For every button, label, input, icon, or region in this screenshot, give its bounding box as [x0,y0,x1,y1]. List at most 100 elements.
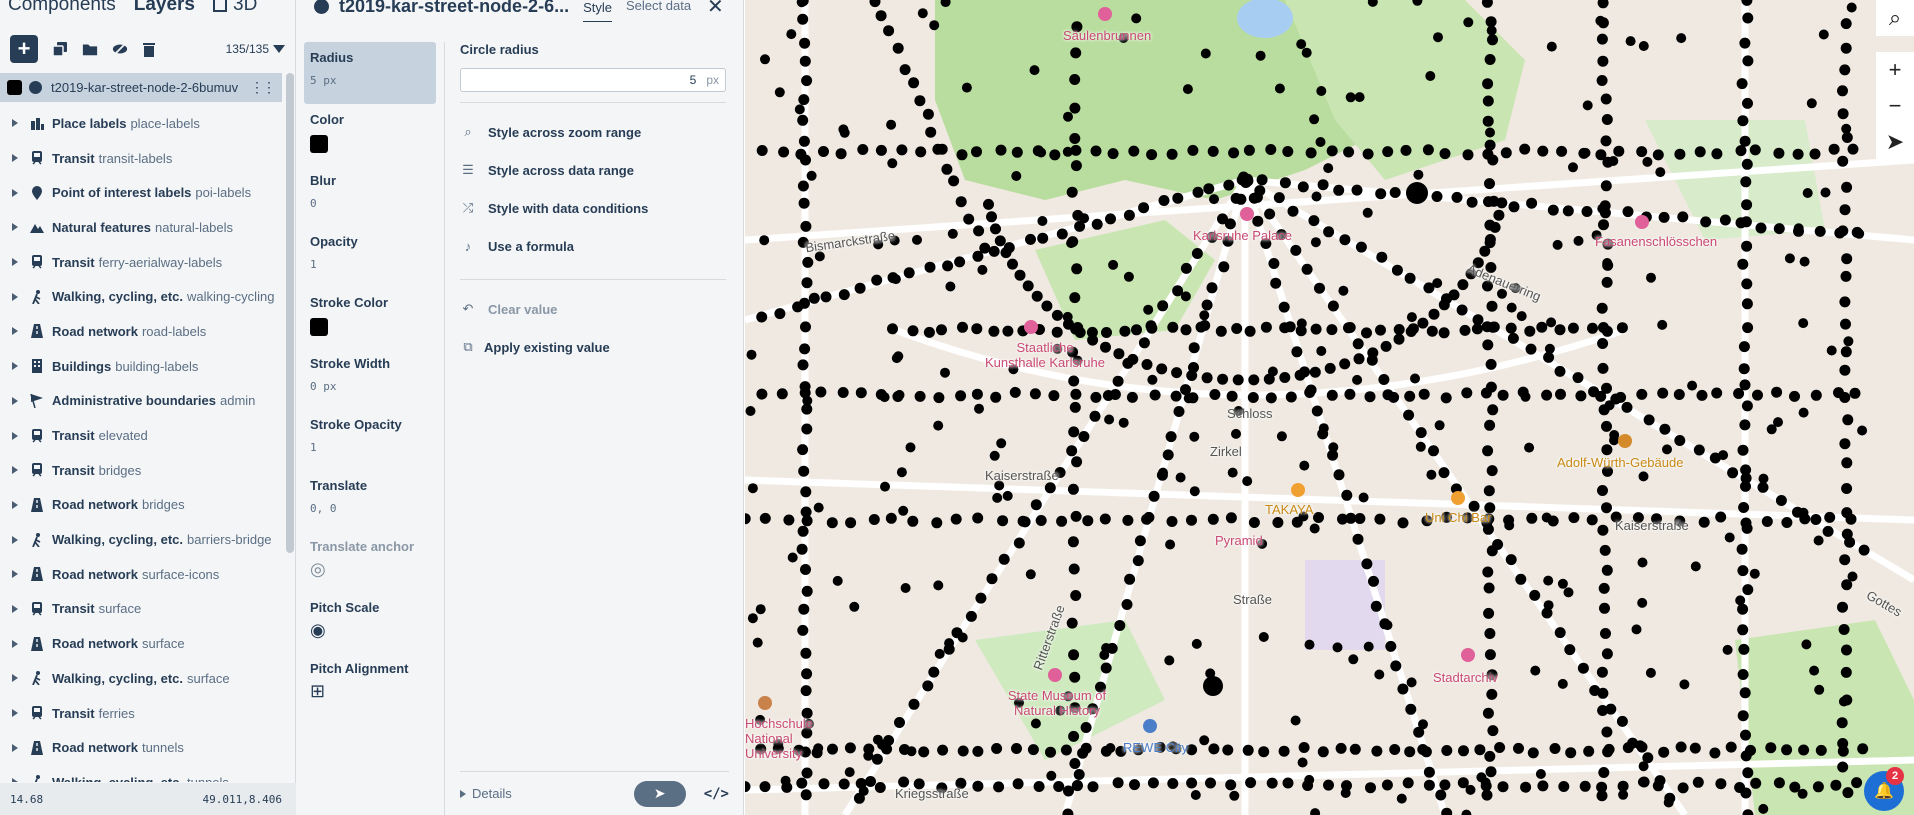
clear-value-button[interactable]: ↶ Clear value [460,290,726,328]
property-translate[interactable]: Translate 0, 0 [296,470,444,531]
layer-row-admin[interactable]: Administrative boundaries admin [0,384,282,419]
caret-right-icon[interactable] [12,396,18,405]
hide-icon[interactable] [112,41,128,57]
property-pitch-alignment[interactable]: Pitch Alignment ⊞ [296,653,444,714]
code-view-button[interactable]: </> [704,786,729,802]
layer-row-tunnels[interactable]: Walking, cycling, etc. tunnels [0,765,282,782]
layer-id: ferry-aerialway-labels [98,254,223,270]
caret-right-icon[interactable] [12,604,18,613]
search-button[interactable]: ⌕ [1876,0,1914,36]
layer-row-tunnels[interactable]: Road network tunnels [0,730,282,765]
property-radius[interactable]: Radius 5 px [304,42,436,104]
map-canvas[interactable]: Säulenbrunnen Bismarckstraße Karlsruhe P… [745,0,1914,815]
caret-right-icon[interactable] [12,154,18,163]
street-node [1019,516,1031,528]
selected-layer-row[interactable]: t2019-kar-street-node-2-6bumuv ⋮⋮ [0,73,282,102]
property-stroke-opacity[interactable]: Stroke Opacity 1 [296,409,444,470]
caret-right-icon[interactable] [12,500,18,509]
caret-right-icon[interactable] [12,223,18,232]
tab-layers[interactable]: Layers [134,0,195,14]
layer-row-barriers-bridge[interactable]: Walking, cycling, etc. barriers-bridge [0,522,282,557]
street-node [1740,787,1752,799]
tab-style[interactable]: Style [583,0,612,22]
layer-list-scrollbar[interactable] [286,73,294,553]
layer-row-ferries[interactable]: Transit ferries [0,696,282,731]
caret-right-icon[interactable] [12,778,18,782]
apply-existing-value-button[interactable]: ⧉ Apply existing value [460,328,726,366]
street-node [1158,467,1168,478]
street-node [1069,292,1081,304]
street-node [1737,444,1749,456]
caret-right-icon[interactable] [12,674,18,683]
folder-icon[interactable] [82,41,98,57]
caret-right-icon[interactable] [12,570,18,579]
layer-row-place-labels[interactable]: Place labels place-labels [0,106,282,141]
street-node [1552,239,1563,250]
street-node [857,144,869,155]
filter-icon[interactable] [273,45,285,53]
street-node [1046,770,1057,781]
caret-right-icon[interactable] [12,639,18,648]
details-toggle[interactable]: Details [460,786,512,801]
layer-id: tunnels [187,775,229,782]
property-stroke-width[interactable]: Stroke Width 0 px [296,348,444,409]
layer-row-surface[interactable]: Road network surface [0,626,282,661]
property-blur[interactable]: Blur 0 [296,165,444,226]
layer-row-bridges[interactable]: Road network bridges [0,488,282,523]
layer-row-bridges[interactable]: Transit bridges [0,453,282,488]
street-node [1070,510,1082,522]
caret-right-icon[interactable] [12,466,18,475]
property-stroke-color[interactable]: Stroke Color [296,287,444,348]
caret-right-icon[interactable] [12,362,18,371]
style-zoom-range-option[interactable]: ⌕ Style across zoom range [460,113,726,151]
drag-handle-icon[interactable]: ⋮⋮ [250,79,276,96]
caret-right-icon[interactable] [12,119,18,128]
layer-row-transit-labels[interactable]: Transit transit-labels [0,141,282,176]
add-layer-button[interactable]: + [10,35,38,63]
tab-3d[interactable]: 3D [213,0,257,14]
tab-components[interactable]: Components [8,0,116,14]
street-node [1526,197,1538,209]
property-pitch-scale[interactable]: Pitch Scale ◉ [296,592,444,653]
layer-row-surface[interactable]: Walking, cycling, etc. surface [0,661,282,696]
duplicate-icon[interactable] [52,41,68,57]
layer-row-poi-labels[interactable]: Point of interest labels poi-labels [0,175,282,210]
layer-row-road-labels[interactable]: Road network road-labels [0,314,282,349]
trash-icon[interactable] [142,41,158,57]
street-node [1557,578,1568,589]
style-data-range-option[interactable]: ☰ Style across data range [460,151,726,189]
caret-right-icon[interactable] [12,431,18,440]
tab-select-data[interactable]: Select data [626,0,691,13]
close-icon[interactable]: ✕ [707,0,724,19]
street-node [1364,391,1376,403]
property-translate-anchor[interactable]: Translate anchor ◎ [296,531,444,592]
layer-row-surface-icons[interactable]: Road network surface-icons [0,557,282,592]
caret-right-icon[interactable] [12,709,18,718]
street-node [1840,318,1851,330]
caret-right-icon[interactable] [12,535,18,544]
caret-right-icon[interactable] [12,327,18,336]
caret-right-icon[interactable] [12,743,18,752]
caret-right-icon[interactable] [12,188,18,197]
zoom-in-button[interactable]: + [1876,52,1914,88]
layer-row-elevated[interactable]: Transit elevated [0,418,282,453]
use-formula-option[interactable]: ♪ Use a formula [460,227,726,265]
street-node [1587,322,1598,334]
pointer-mode-button[interactable]: ➤ [633,780,686,807]
street-node [1165,539,1176,550]
caret-right-icon[interactable] [12,258,18,267]
radius-input[interactable]: 5 px [460,68,726,92]
layer-row-natural-labels[interactable]: Natural features natural-labels [0,210,282,245]
caret-right-icon[interactable] [12,292,18,301]
layer-row-ferry-aerialway-labels[interactable]: Transit ferry-aerialway-labels [0,245,282,280]
notifications-button[interactable]: 🔔 2 [1864,767,1904,811]
zoom-out-button[interactable]: − [1876,88,1914,124]
property-opacity[interactable]: Opacity 1 [296,226,444,287]
layer-row-building-labels[interactable]: Buildings building-labels [0,349,282,384]
style-data-conditions-option[interactable]: ⤮ Style with data conditions [460,189,726,227]
layer-row-walking-cycling[interactable]: Walking, cycling, etc. walking-cycling [0,279,282,314]
street-node [1131,324,1142,336]
layer-row-surface[interactable]: Transit surface [0,592,282,627]
compass-button[interactable]: ➤ [1876,124,1914,160]
property-color[interactable]: Color [296,104,444,165]
